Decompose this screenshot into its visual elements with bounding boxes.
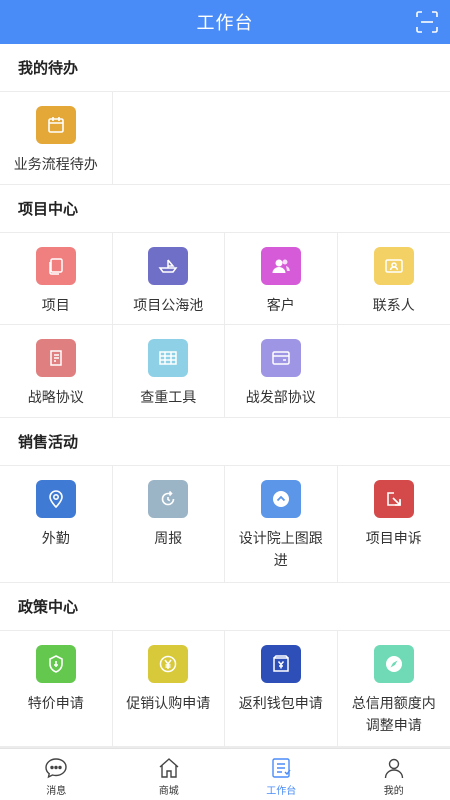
grid-item-label: 联系人 [372, 298, 415, 314]
yen-wallet-icon [260, 645, 301, 683]
chevron-up-circle-icon [260, 480, 301, 518]
price-tag-icon [35, 645, 76, 683]
grid-item-label: 项目申诉 [365, 531, 422, 547]
grid-item-label: 特价申请 [27, 696, 84, 712]
arrow-box-icon [373, 480, 414, 518]
grid-item-label: 促销认购申请 [126, 696, 211, 712]
calendar-icon [35, 106, 76, 144]
grid-item-label: 返利钱包申请 [238, 696, 323, 712]
top-bar: 工作台 [0, 0, 450, 44]
tab-label: 消息 [46, 786, 67, 797]
document-icon [35, 247, 76, 285]
grid-item-label: 项目 [41, 298, 70, 314]
section-title-todo: 我的待办 [0, 44, 450, 92]
grid-item-label: 查重工具 [140, 390, 197, 406]
chat-icon [45, 758, 67, 779]
grid-item-project[interactable]: 项目 [0, 233, 113, 325]
todo-grid: 业务流程待办 [0, 92, 450, 185]
tab-label: 我的 [383, 786, 404, 797]
grid-item-label: 总信用额度内调整申请 [351, 696, 436, 734]
yen-coin-icon [148, 645, 189, 683]
grid-item-weekly-report[interactable]: 周报 [113, 466, 225, 582]
grid-item-contacts[interactable]: 联系人 [337, 233, 450, 325]
wallet-icon [260, 339, 301, 377]
grid-item-label: 项目公海池 [133, 298, 204, 314]
tab-workbench[interactable]: 工作台 [225, 749, 338, 800]
section-title-policy-center: 政策中心 [0, 583, 450, 631]
grid-item-project-pool[interactable]: 项目公海池 [112, 233, 225, 325]
page-title: 工作台 [196, 13, 254, 34]
grid-item-special-price[interactable]: 特价申请 [0, 631, 113, 747]
grid-item-label: 设计院上图跟进 [238, 531, 323, 569]
grid-item-label: 战发部协议 [245, 390, 316, 406]
grid-item-promotion-purchase[interactable]: 促销认购申请 [112, 631, 225, 747]
grid-item-project-appeal[interactable]: 项目申诉 [338, 466, 450, 582]
tab-label: 商城 [158, 786, 179, 797]
refresh-icon [148, 480, 189, 518]
grid-item-credit-limit-adjustment[interactable]: 总信用额度内调整申请 [337, 631, 450, 747]
contact-card-icon [373, 247, 414, 285]
home-icon [159, 758, 179, 778]
bottom-tab-bar: 消息 商城 工作台 我的 [0, 748, 450, 800]
location-icon [35, 480, 76, 518]
user-icon [384, 758, 403, 779]
section-title-project-center: 项目中心 [0, 185, 450, 233]
grid-item-label: 外勤 [41, 531, 70, 547]
boat-icon [148, 247, 189, 285]
workbench-icon [272, 758, 291, 778]
grid-item-label: 周报 [154, 531, 183, 547]
tab-messages[interactable]: 消息 [0, 749, 113, 800]
tab-label: 工作台 [266, 786, 297, 797]
compass-icon [373, 645, 414, 683]
grid-item-duplicate-check[interactable]: 查重工具 [113, 325, 225, 417]
grid-item-field-work[interactable]: 外勤 [0, 466, 113, 582]
tab-mall[interactable]: 商城 [113, 749, 226, 800]
policy-center-grid: 特价申请 促销认购申请 返利钱包申请 总信用额度内调整申请 [0, 631, 450, 748]
table-icon [148, 339, 189, 377]
grid-item-label: 业务流程待办 [13, 157, 98, 173]
grid-item-customer[interactable]: 客户 [225, 233, 338, 325]
grid-item-business-process[interactable]: 业务流程待办 [0, 92, 113, 184]
workbench-content: 我的待办 业务流程待办 项目中心 项目 项目公海池 客户 联系人 战略协议 查重… [0, 44, 450, 748]
sales-activity-grid: 外勤 周报 设计院上图跟进 项目申诉 [0, 466, 450, 583]
users-icon [260, 247, 301, 285]
grid-item-strategy-dept-agreement[interactable]: 战发部协议 [225, 325, 338, 417]
grid-item-strategic-agreement[interactable]: 战略协议 [0, 325, 113, 417]
project-center-grid: 项目 项目公海池 客户 联系人 战略协议 查重工具 战发部协议 [0, 233, 450, 418]
grid-item-rebate-wallet[interactable]: 返利钱包申请 [225, 631, 338, 747]
scan-icon[interactable] [416, 11, 438, 33]
section-title-sales-activity: 销售活动 [0, 418, 450, 466]
grid-item-design-institute-followup[interactable]: 设计院上图跟进 [225, 466, 338, 582]
grid-item-label: 客户 [266, 298, 295, 314]
tab-mine[interactable]: 我的 [338, 749, 450, 800]
agreement-icon [35, 339, 76, 377]
grid-item-label: 战略协议 [27, 390, 84, 406]
